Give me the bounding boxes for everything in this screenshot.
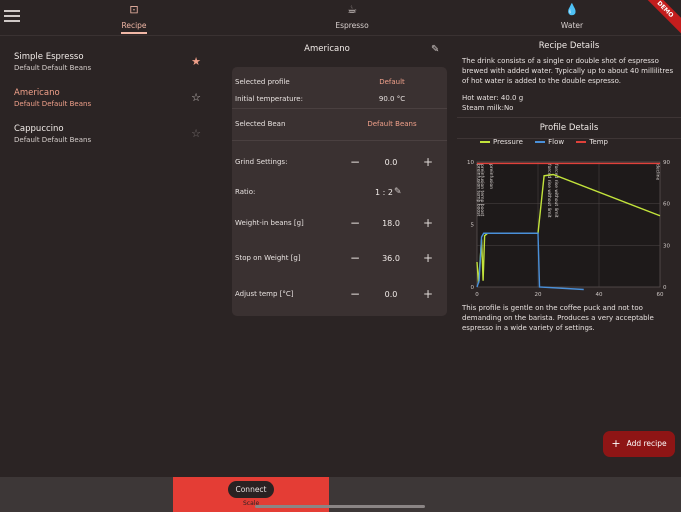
tab-water-label: Water [560,21,584,30]
tab-recipe[interactable]: ⊡ Recipe [74,0,194,36]
adjust-temp-row: Adjust temp [°C] − 0.0 + [232,286,447,302]
star-filled-icon[interactable]: ★ [191,55,201,68]
profile-description: This profile is gentle on the coffee puc… [462,304,654,332]
stop-weight-decrement-button[interactable]: − [348,250,362,266]
recipe-beans: Default Default Beans [14,136,92,144]
recipe-title: Americano [304,44,350,54]
selected-bean-label: Selected Bean [235,120,286,128]
divider [232,140,447,141]
recipe-item-simple-espresso[interactable]: Simple Espresso Default Default Beans ★ [0,46,215,82]
chart-annotation: decline [654,164,660,180]
weight-in-increment-button[interactable]: + [421,215,435,231]
recipe-settings-card: Selected profile Default Initial tempera… [232,67,447,316]
selected-bean-row[interactable]: Selected Bean Default Beans [232,116,447,132]
divider [457,117,681,118]
grind-label: Grind Settings: [235,158,288,166]
adjust-temp-increment-button[interactable]: + [421,286,435,302]
divider [232,108,447,109]
chart-annotation: preinfusion temp boost [479,164,485,216]
y-tick-label-right: 90 [663,160,670,166]
home-indicator [255,505,425,508]
chart-annotation: forced rise without limit [546,164,552,218]
ratio-row: Ratio: 1 : 2 ✎ [232,184,447,200]
recipe-name: Cappuccino [14,124,64,134]
water-drop-icon: 💧 [565,3,579,16]
grind-row: Grind Settings: − 0.0 + [232,154,447,170]
y-tick-label-right: 60 [663,202,670,208]
y-tick-label-left: 5 [471,223,475,229]
star-outline-icon[interactable]: ☆ [191,91,201,104]
ratio-label: Ratio: [235,188,256,196]
stop-weight-increment-button[interactable]: + [421,250,435,266]
top-bar: ⊡ Recipe ☕ Espresso 💧 Water DEMO [0,0,681,36]
selected-bean-value[interactable]: Default Beans [352,120,432,128]
initial-temp-value: 90.0 °C [378,95,406,103]
adjust-temp-value: 0.0 [384,290,398,299]
adjust-temp-decrement-button[interactable]: − [348,286,362,302]
y-tick-label-left: 0 [471,285,475,291]
y-tick-label-right: 30 [663,243,670,249]
legend-flow: Flow [535,138,564,146]
recipe-name: Americano [14,88,60,98]
recipe-item-americano[interactable]: Americano Default Default Beans ☆ [0,82,215,118]
recipe-icon: ⊡ [129,3,139,16]
menu-icon[interactable] [4,10,20,22]
weight-in-row: Weight-in beans [g] − 18.0 + [232,215,447,231]
recipe-details-heading: Recipe Details [538,41,600,51]
tab-espresso[interactable]: ☕ Espresso [292,0,412,36]
ratio-edit-icon[interactable]: ✎ [394,184,402,200]
tab-recipe-label: Recipe [121,21,147,30]
recipe-description: The drink consists of a single or double… [462,57,674,85]
adjust-temp-label: Adjust temp [°C] [235,290,294,298]
x-tick-label: 60 [657,292,664,298]
steam-milk-text: Steam milk:No [462,104,514,112]
recipe-beans: Default Default Beans [14,64,92,72]
connect-button[interactable]: Connect [228,481,274,498]
demo-badge: DEMO [639,0,681,35]
grind-decrement-button[interactable]: − [348,154,362,170]
initial-temp-row: Initial temperature: 90.0 °C [232,91,447,107]
tab-espresso-label: Espresso [335,21,369,30]
recipe-name: Simple Espresso [14,52,84,62]
x-tick-label: 0 [475,292,479,298]
selected-profile-label: Selected profile [235,78,290,86]
chart-annotation: forced rise without limit [553,164,559,218]
recipe-item-cappuccino[interactable]: Cappuccino Default Default Beans ☆ [0,118,215,154]
chart-annotation: preinfusion [488,164,494,189]
chart-legend: Pressure Flow Temp [480,138,618,146]
weight-in-value: 18.0 [382,219,400,228]
y-tick-label-right: 0 [663,285,667,291]
grind-increment-button[interactable]: + [421,154,435,170]
details-panel: Recipe Details The drink consists of a s… [457,36,681,332]
grind-value: 0.0 [384,158,398,167]
stop-weight-label: Stop on Weight [g] [235,254,301,262]
legend-pressure: Pressure [480,138,523,146]
plus-icon: + [611,437,621,450]
tab-water[interactable]: 💧 Water [512,0,632,36]
weight-in-label: Weight-in beans [g] [235,219,304,227]
star-outline-icon[interactable]: ☆ [191,127,201,140]
selected-profile-row[interactable]: Selected profile Default [232,74,447,90]
weight-in-decrement-button[interactable]: − [348,215,362,231]
recipe-beans: Default Default Beans [14,100,92,108]
coffee-cup-icon: ☕ [347,3,357,16]
add-recipe-label: Add recipe [626,439,667,448]
edit-icon[interactable]: ✎ [431,44,439,55]
recipe-list: Simple Espresso Default Default Beans ★ … [0,46,215,154]
profile-details-heading: Profile Details [539,123,599,133]
y-tick-label-left: 10 [467,160,474,166]
initial-temp-label: Initial temperature: [235,95,303,103]
selected-profile-value[interactable]: Default [352,78,432,86]
hot-water-text: Hot water: 40.0 g [462,94,524,102]
stop-weight-row: Stop on Weight [g] − 36.0 + [232,250,447,266]
stop-weight-value: 36.0 [382,254,400,263]
x-tick-label: 40 [596,292,603,298]
legend-temp: Temp [576,138,608,146]
add-recipe-button[interactable]: + Add recipe [603,431,675,457]
x-tick-label: 20 [535,292,542,298]
